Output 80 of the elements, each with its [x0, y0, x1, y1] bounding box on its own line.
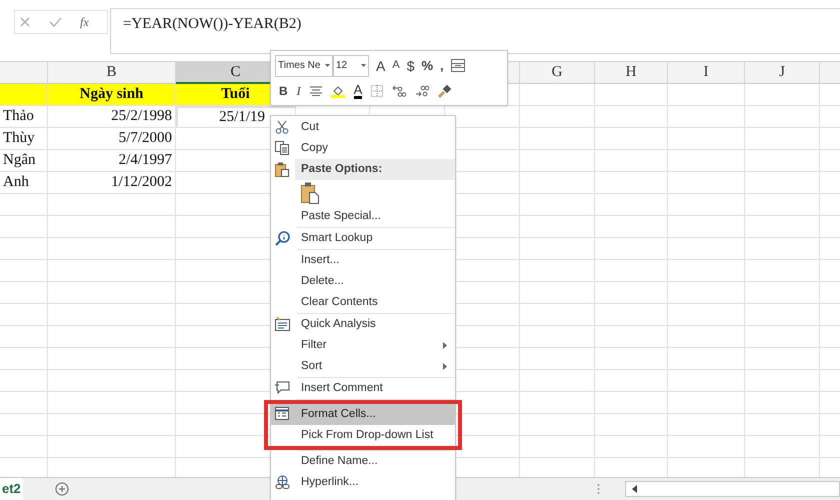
decrease-decimal-icon [415, 84, 430, 96]
table-cell: Anh [0, 172, 48, 194]
menu-item[interactable]: Pick From Drop-down List [271, 425, 455, 446]
left-arrow-icon [632, 485, 638, 493]
menu-item[interactable]: Format Cells... [271, 404, 455, 425]
menu-item[interactable]: Delete... [271, 271, 455, 292]
cancel-icon [19, 16, 31, 28]
font-color-button[interactable]: A [354, 82, 362, 98]
table-cell: Thảo [0, 106, 48, 128]
empty-cell [0, 370, 48, 392]
empty-cell [0, 326, 48, 348]
function-label[interactable]: fx [80, 13, 89, 31]
comment-icon [275, 381, 290, 394]
column-header[interactable]: H [595, 62, 668, 84]
table-cell: Ngân [0, 150, 48, 172]
menu-item[interactable]: Paste Special... [271, 206, 455, 227]
dropdown-icon [325, 64, 330, 67]
menu-item[interactable]: Hyperlink... [271, 472, 455, 493]
number-format-button[interactable]: , [440, 59, 444, 72]
empty-cell [0, 348, 48, 370]
empty-cell [0, 260, 48, 282]
menu-item[interactable]: Smart Lookup [271, 228, 455, 249]
shrink-font-button[interactable]: A [392, 60, 400, 71]
increase-decimal-icon [392, 84, 406, 96]
search-icon [275, 231, 290, 246]
table-cell: 1/12/2002 [48, 172, 176, 194]
menu-item[interactable]: Clear Contents [271, 292, 455, 313]
borders-icon [371, 84, 384, 96]
column-header[interactable]: G [520, 62, 595, 84]
currency-button[interactable]: $ [406, 58, 414, 72]
add-sheet-icon [54, 482, 69, 496]
menu-item[interactable]: Filter [271, 335, 455, 356]
scroll-bar[interactable] [624, 481, 840, 497]
table-format-icon [450, 59, 465, 72]
column-header[interactable] [0, 62, 48, 84]
font-name-field[interactable]: Times Ne [275, 54, 333, 76]
empty-cell [0, 238, 48, 260]
bold-button[interactable]: B [279, 84, 288, 96]
more-icon [596, 483, 600, 495]
empty-cell [0, 282, 48, 304]
empty-cell [0, 392, 48, 414]
header-cell [0, 84, 48, 106]
sheet-tab[interactable]: et2 [0, 478, 23, 500]
table-cell: 2/4/1997 [48, 150, 176, 172]
align-icon [310, 86, 322, 96]
fill-color-icon [330, 84, 345, 98]
globe-link-icon [275, 475, 290, 490]
header-cell: Ngày sinh [48, 84, 176, 106]
table-cell: 5/7/2000 [48, 128, 176, 150]
empty-cell [0, 194, 48, 216]
scissors-icon [275, 120, 289, 134]
empty-cell [0, 304, 48, 326]
paste-icon [301, 182, 319, 204]
table-cell: 25/2/1998 [48, 106, 176, 128]
empty-cell [0, 216, 48, 238]
menu-item[interactable]: Insert... [271, 250, 455, 271]
menu-item[interactable]: Define Name... [271, 451, 455, 472]
quick-analysis-icon [275, 317, 290, 331]
column-header[interactable]: I [668, 62, 745, 84]
menu-item[interactable]: Copy [271, 138, 455, 159]
clipboard-icon [275, 162, 289, 177]
font-size: 12 [336, 59, 348, 73]
number-format-button[interactable]: % [421, 59, 434, 72]
empty-cell [0, 414, 48, 436]
submenu-arrow-icon [443, 363, 447, 370]
italic-button[interactable]: I [296, 84, 301, 96]
menu-item[interactable]: Insert Comment [271, 378, 455, 399]
menu-item[interactable]: Quick Analysis [271, 314, 455, 335]
column-header[interactable]: J [745, 62, 820, 84]
column-header[interactable]: B [48, 62, 176, 84]
paintbrush-icon [438, 84, 452, 98]
copy-icon [275, 141, 289, 155]
font-size-field[interactable]: 12 [333, 54, 369, 76]
dropdown-icon [361, 64, 366, 67]
menu-item[interactable]: Sort [271, 356, 455, 377]
submenu-arrow-icon [443, 342, 447, 349]
format-cells-icon [275, 407, 289, 420]
grow-font-button[interactable]: A [376, 58, 386, 72]
table-cell: Thùy [0, 128, 48, 150]
check-icon [49, 16, 62, 28]
